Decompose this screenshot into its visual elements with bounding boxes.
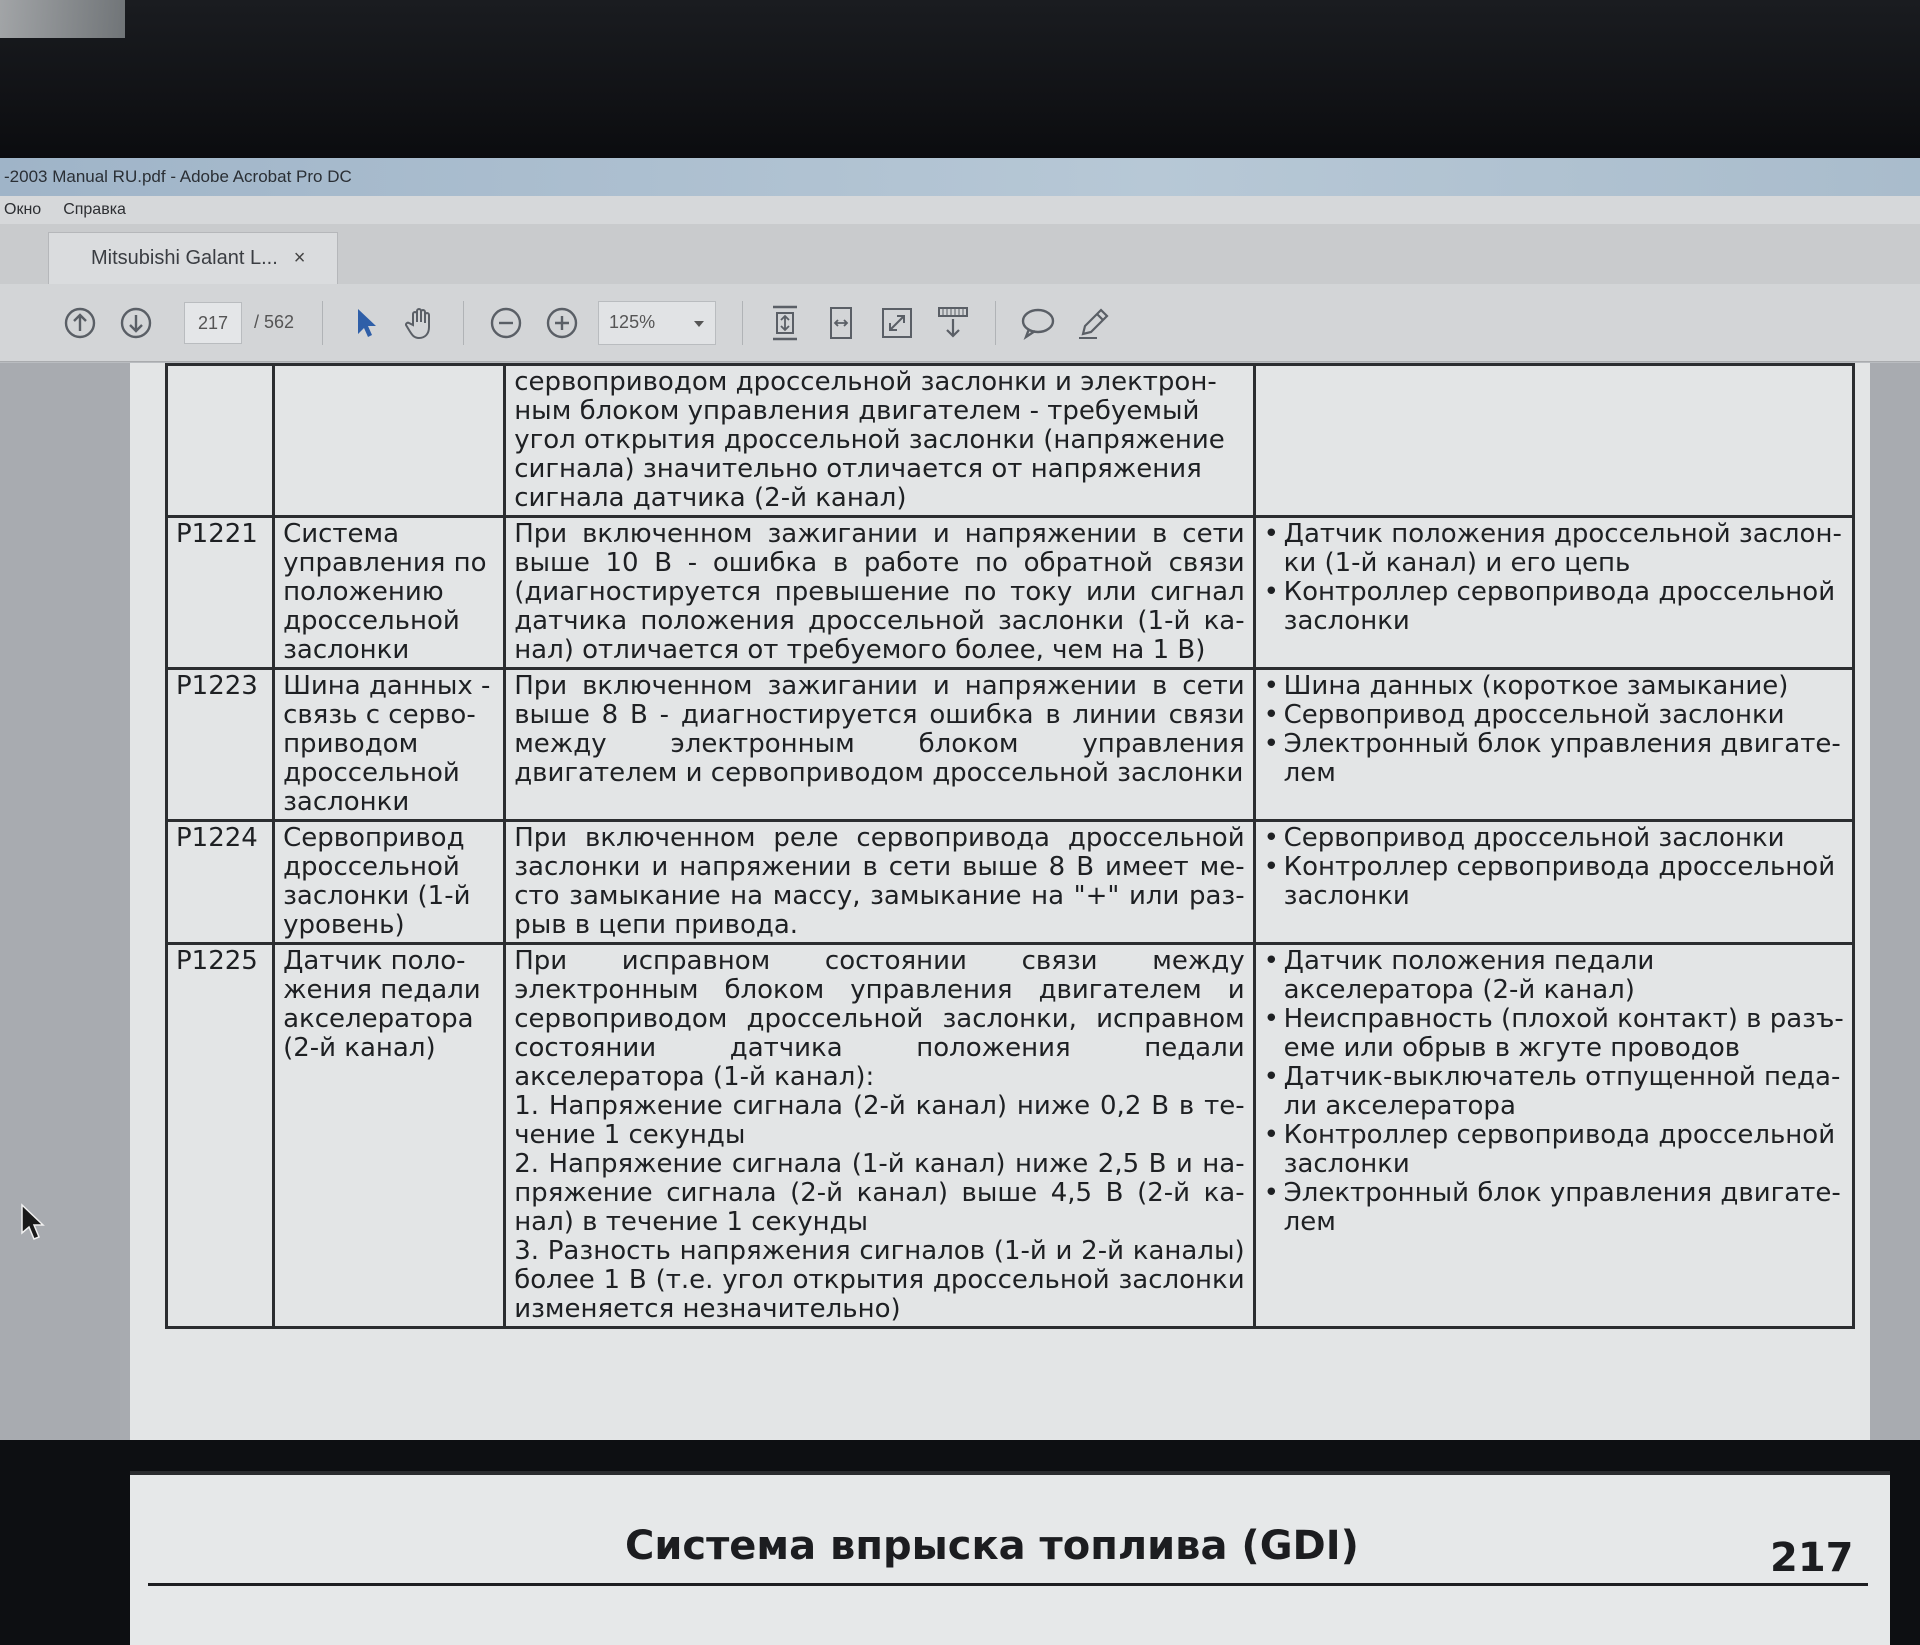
table-row: P1221 Система управления по положению дро…	[164, 515, 1856, 670]
footer-rule	[148, 1583, 1868, 1586]
page-total: / 562	[254, 312, 295, 332]
dtc-name: Шина данных - связь с серво-приводом дро…	[272, 667, 507, 822]
dtc-description: При включенном зажигании и напряжении в …	[503, 667, 1256, 822]
light-glare	[0, 0, 125, 38]
description-paragraph: 3. Разность напряжения сигналов (1-й и 2…	[514, 1236, 1245, 1324]
dtc-name	[272, 363, 507, 518]
dtc-description: При исправном состоянии связи между элек…	[503, 942, 1256, 1329]
dtc-code: P1221	[164, 515, 276, 670]
cause-list: Датчик положения педали акселератора (2-…	[1264, 947, 1844, 1237]
fit-width-icon[interactable]	[821, 303, 861, 343]
dtc-name: Датчик поло-жения педали акселератора (2…	[272, 942, 507, 1329]
monitor-bezel	[0, 0, 1920, 160]
toolbar-divider	[463, 300, 465, 345]
page-number: 217	[1770, 1535, 1854, 1581]
document-area[interactable]: сервоприводом дроссельной заслонки и эле…	[0, 363, 1920, 1645]
dtc-code: P1225	[164, 942, 276, 1329]
list-item: Контроллер сервопривода дроссельной засл…	[1264, 853, 1844, 911]
list-item: Датчик-выключатель отпущенной педа-ли ак…	[1264, 1063, 1844, 1121]
tab-bar: Mitsubishi Galant L... ×	[0, 224, 1920, 284]
dtc-name: Сервопривод дроссельной заслонки (1-й ур…	[272, 819, 507, 945]
list-item: Неисправность (плохой контакт) в разъ-ем…	[1264, 1005, 1844, 1063]
table-row: сервоприводом дроссельной заслонки и эле…	[164, 363, 1856, 518]
dtc-description: При включенном реле сервопривода дроссел…	[503, 819, 1256, 945]
pdf-page: сервоприводом дроссельной заслонки и эле…	[130, 363, 1890, 1645]
list-item: Шина данных (короткое замыкание)	[1264, 672, 1844, 701]
description-paragraph: сервоприводом дроссельной заслонки и эле…	[514, 367, 1217, 397]
cause-list: Датчик положения дроссельной заслон-ки (…	[1264, 520, 1844, 636]
cause-list: Шина данных (короткое замыкание)Сервопри…	[1264, 672, 1844, 788]
description-paragraph: ным блоком управления двигателем - требу…	[514, 396, 1200, 426]
table-row: P1223 Шина данных - связь с серво-приводо…	[164, 667, 1856, 822]
dtc-description: сервоприводом дроссельной заслонки и эле…	[503, 363, 1256, 518]
toolbar: 217 / 562 125%	[0, 284, 1920, 362]
zoom-in-icon[interactable]	[542, 303, 582, 343]
zoom-select[interactable]: 125%	[598, 300, 717, 345]
dtc-table: сервоприводом дроссельной заслонки и эле…	[164, 363, 1856, 1329]
description-paragraph: сигнала) значительно отличается от напря…	[514, 454, 1202, 484]
section-title: Система впрыска топлива (GDI)	[625, 1523, 1359, 1569]
description-paragraph: При исправном состоянии связи между элек…	[514, 946, 1245, 1092]
cause-list: Сервопривод дроссельной заслонкиКонтролл…	[1264, 824, 1844, 911]
page-number-input[interactable]: 217	[184, 301, 242, 344]
menu-item-help[interactable]: Справка	[63, 196, 126, 224]
menu-bar: Окно Справка	[0, 196, 1920, 224]
chevron-down-icon	[693, 312, 705, 333]
menu-item-window[interactable]: Окно	[4, 196, 41, 224]
dtc-causes: Сервопривод дроссельной заслонкиКонтролл…	[1252, 819, 1856, 945]
fullscreen-icon[interactable]	[877, 303, 917, 343]
list-item: Электронный блок управления двигате-лем	[1264, 1179, 1844, 1237]
description-paragraph: 2. Напряжение сигнала (1-й канал) ниже 2…	[514, 1149, 1245, 1237]
dtc-causes	[1252, 363, 1856, 518]
description-paragraph: При включенном зажигании и напряжении в …	[514, 671, 1245, 788]
table-row: P1225 Датчик поло-жения педали акселерато…	[164, 942, 1856, 1329]
dtc-causes: Шина данных (короткое замыкание)Сервопри…	[1252, 667, 1856, 822]
toolbar-divider	[995, 300, 997, 345]
list-item: Сервопривод дроссельной заслонки	[1264, 701, 1844, 730]
list-item: Датчик положения дроссельной заслон-ки (…	[1264, 520, 1844, 578]
toolbar-divider	[742, 300, 744, 345]
close-icon[interactable]: ×	[294, 247, 306, 270]
pen-icon[interactable]	[1074, 303, 1114, 343]
toolbar-divider	[322, 300, 324, 345]
dtc-causes: Датчик положения дроссельной заслон-ки (…	[1252, 515, 1856, 670]
dtc-description: При включенном зажигании и напряжении в …	[503, 515, 1256, 670]
fit-page-icon[interactable]	[765, 303, 805, 343]
acrobat-window: -2003 Manual RU.pdf - Adobe Acrobat Pro …	[0, 158, 1920, 1645]
arrow-down-circle-icon[interactable]	[116, 303, 156, 343]
arrow-up-circle-icon[interactable]	[60, 303, 100, 343]
scroll-mode-icon[interactable]	[933, 303, 973, 343]
hand-icon[interactable]	[401, 303, 441, 343]
description-paragraph: 1. Напряжение сигнала (2-й канал) ниже 0…	[514, 1091, 1245, 1150]
list-item: Сервопривод дроссельной заслонки	[1264, 824, 1844, 853]
dtc-code	[164, 363, 276, 518]
mouse-cursor-icon	[20, 1203, 46, 1248]
document-tab-label: Mitsubishi Galant L...	[91, 247, 278, 269]
dtc-code: P1224	[164, 819, 276, 945]
description-paragraph: При включенном реле сервопривода дроссел…	[514, 823, 1245, 940]
zoom-out-icon[interactable]	[486, 303, 526, 343]
list-item: Электронный блок управления двигате-лем	[1264, 730, 1844, 788]
description-paragraph: угол открытия дроссельной заслонки (напр…	[514, 425, 1225, 455]
comment-icon[interactable]	[1018, 303, 1058, 343]
list-item: Контроллер сервопривода дроссельной засл…	[1264, 578, 1844, 636]
description-paragraph: сигнала датчика (2-й канал)	[514, 483, 907, 513]
dtc-code: P1223	[164, 667, 276, 822]
dtc-name: Система управления по положению дроссель…	[272, 515, 507, 670]
document-tab[interactable]: Mitsubishi Galant L... ×	[48, 232, 338, 284]
list-item: Контроллер сервопривода дроссельной засл…	[1264, 1121, 1844, 1179]
description-paragraph: При включенном зажигании и напряжении в …	[514, 519, 1245, 665]
window-title: -2003 Manual RU.pdf - Adobe Acrobat Pro …	[0, 158, 1920, 196]
select-arrow-icon[interactable]	[345, 303, 385, 343]
dtc-causes: Датчик положения педали акселератора (2-…	[1252, 942, 1856, 1329]
list-item: Датчик положения педали акселератора (2-…	[1264, 947, 1844, 1005]
table-row: P1224 Сервопривод дроссельной заслонки (1…	[164, 819, 1856, 945]
zoom-value: 125%	[609, 312, 656, 332]
